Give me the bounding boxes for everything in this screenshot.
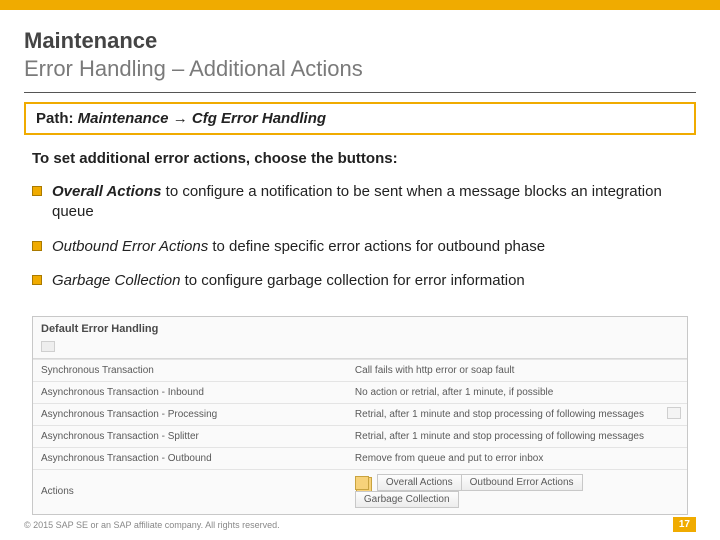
row-name: Asynchronous Transaction - Processing	[33, 404, 347, 426]
slide-title-block: Maintenance Error Handling – Additional …	[24, 28, 696, 82]
bullet-icon	[32, 241, 42, 251]
bullet-item: Outbound Error Actions to define specifi…	[32, 237, 692, 257]
table-row: Asynchronous Transaction - Splitter Retr…	[33, 426, 687, 448]
panel-toolbar	[33, 339, 687, 359]
bullet-text: Outbound Error Actions to define specifi…	[52, 237, 545, 257]
bullet-item: Overall Actions to configure a notificat…	[32, 182, 692, 223]
row-action: No action or retrial, after 1 minute, if…	[347, 382, 687, 404]
title-divider	[24, 92, 696, 93]
actions-cell: Overall ActionsOutbound Error ActionsGar…	[347, 470, 687, 515]
row-name: Asynchronous Transaction - Inbound	[33, 382, 347, 404]
actions-label: Actions	[33, 470, 347, 515]
path-box: Path: Maintenance → Cfg Error Handling	[24, 102, 696, 135]
path-label: Path:	[36, 110, 78, 127]
footer: © 2015 SAP SE or an SAP affiliate compan…	[24, 517, 696, 532]
bullet-text: Overall Actions to configure a notificat…	[52, 182, 692, 223]
bullet-icon	[32, 186, 42, 196]
row-action: Retrial, after 1 minute and stop process…	[347, 404, 687, 426]
intro-text: To set additional error actions, choose …	[32, 150, 696, 167]
table-row: Synchronous Transaction Call fails with …	[33, 360, 687, 382]
outbound-error-actions-button[interactable]: Outbound Error Actions	[461, 474, 583, 491]
table-row: Asynchronous Transaction - Outbound Remo…	[33, 448, 687, 470]
table-row: Asynchronous Transaction - Inbound No ac…	[33, 382, 687, 404]
row-name: Asynchronous Transaction - Splitter	[33, 426, 347, 448]
row-name: Asynchronous Transaction - Outbound	[33, 448, 347, 470]
row-action: Call fails with http error or soap fault	[347, 360, 687, 382]
page-number: 17	[673, 517, 696, 532]
bullet-icon	[32, 275, 42, 285]
trailing-box-icon	[667, 407, 681, 419]
accent-bar	[0, 0, 720, 10]
overall-actions-button[interactable]: Overall Actions	[377, 474, 462, 491]
row-action: Remove from queue and put to error inbox	[347, 448, 687, 470]
error-handling-table: Synchronous Transaction Call fails with …	[33, 359, 687, 514]
bullet-text: Garbage Collection to configure garbage …	[52, 271, 525, 291]
panel-title: Default Error Handling	[33, 317, 687, 339]
title-main: Maintenance	[24, 28, 696, 54]
paper-stack-icon	[355, 476, 369, 490]
garbage-collection-button[interactable]: Garbage Collection	[355, 491, 459, 508]
row-name: Synchronous Transaction	[33, 360, 347, 382]
toolbar-glyph	[41, 341, 55, 352]
row-action: Retrial, after 1 minute and stop process…	[347, 426, 687, 448]
embedded-screenshot: Default Error Handling Synchronous Trans…	[32, 316, 688, 515]
table-row: Asynchronous Transaction - Processing Re…	[33, 404, 687, 426]
copyright: © 2015 SAP SE or an SAP affiliate compan…	[24, 520, 280, 530]
bullet-list: Overall Actions to configure a notificat…	[32, 182, 692, 305]
bullet-item: Garbage Collection to configure garbage …	[32, 271, 692, 291]
actions-row: Actions Overall ActionsOutbound Error Ac…	[33, 470, 687, 515]
title-sub: Error Handling – Additional Actions	[24, 56, 696, 82]
path-value: Maintenance → Cfg Error Handling	[78, 110, 326, 127]
